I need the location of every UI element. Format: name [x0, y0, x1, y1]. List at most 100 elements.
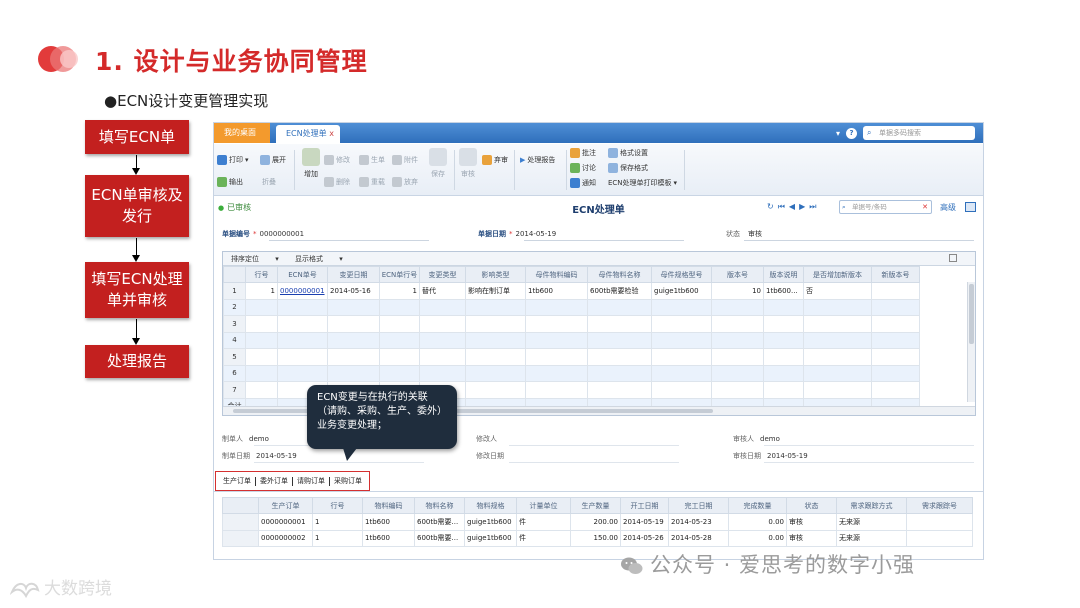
close-icon[interactable]: x [329, 125, 334, 142]
table-cell[interactable] [587, 381, 652, 399]
column-header[interactable]: 物料名称 [414, 497, 465, 514]
table-cell[interactable]: 2014-05-28 [668, 529, 729, 547]
table-cell[interactable] [906, 513, 973, 531]
table-cell[interactable] [763, 381, 804, 399]
generate-button[interactable]: 生单 [359, 155, 385, 165]
table-cell[interactable]: 0000000001 [258, 513, 313, 531]
column-header[interactable]: 变更类型 [419, 266, 466, 283]
table-cell[interactable]: 600tb需要检验 [587, 282, 652, 300]
table-cell[interactable]: 600tb需要... [414, 529, 465, 547]
column-header[interactable]: 是否增加新版本 [803, 266, 872, 283]
table-cell[interactable]: 否 [803, 282, 872, 300]
column-header[interactable]: 母件物料编码 [525, 266, 588, 283]
clear-icon[interactable]: ✕ [922, 201, 928, 213]
table-cell[interactable] [587, 315, 652, 333]
table-cell[interactable] [871, 364, 920, 382]
column-header[interactable]: 需求跟踪方式 [836, 497, 907, 514]
table-cell[interactable] [711, 331, 764, 349]
grid-settings-icon[interactable] [949, 254, 957, 262]
table-cell[interactable] [803, 381, 872, 399]
table-cell[interactable] [711, 381, 764, 399]
table-cell[interactable] [587, 331, 652, 349]
table-cell[interactable] [465, 348, 526, 366]
table-cell[interactable]: 1tb600... [763, 282, 804, 300]
table-cell[interactable] [245, 348, 278, 366]
table-cell[interactable] [465, 298, 526, 316]
print-template-select[interactable]: ECN处理单打印模板 ▾ [608, 178, 677, 188]
column-header[interactable]: 物料规格 [464, 497, 517, 514]
column-header[interactable]: 影响类型 [465, 266, 526, 283]
table-cell[interactable] [245, 381, 278, 399]
table-cell[interactable]: 审核 [786, 529, 837, 547]
table-cell[interactable] [587, 348, 652, 366]
table-cell[interactable] [711, 315, 764, 333]
annotate-button[interactable]: 批注 [570, 148, 596, 158]
column-header[interactable] [222, 497, 259, 514]
table-cell[interactable]: 7 [223, 381, 246, 399]
table-cell[interactable] [327, 348, 380, 366]
column-header[interactable]: 版本说明 [763, 266, 804, 283]
table-cell[interactable]: 替代 [419, 282, 466, 300]
table-cell[interactable] [465, 315, 526, 333]
table-cell[interactable]: 0000000001 [277, 282, 328, 300]
table-cell[interactable]: 10 [711, 282, 764, 300]
column-header[interactable]: 生产订单 [258, 497, 313, 514]
column-header[interactable]: ECN单行号 [379, 266, 420, 283]
table-cell[interactable] [419, 348, 466, 366]
reload-button[interactable]: 重载 [359, 177, 385, 187]
table-cell[interactable]: 5 [223, 348, 246, 366]
table-cell[interactable] [651, 331, 712, 349]
table-cell[interactable] [277, 315, 328, 333]
table-cell[interactable] [465, 364, 526, 382]
table-cell[interactable] [803, 298, 872, 316]
table-cell[interactable] [379, 331, 420, 349]
table-cell[interactable]: 200.00 [570, 513, 621, 531]
table-cell[interactable] [651, 381, 712, 399]
table-cell[interactable] [465, 331, 526, 349]
table-cell[interactable] [871, 348, 920, 366]
table-cell[interactable]: guige1tb600 [464, 529, 517, 547]
table-cell[interactable]: 1tb600 [362, 513, 415, 531]
discuss-button[interactable]: 讨论 [570, 163, 596, 173]
table-cell[interactable] [803, 364, 872, 382]
table-cell[interactable]: 无来源 [836, 513, 907, 531]
table-cell[interactable] [763, 364, 804, 382]
table-cell[interactable] [587, 298, 652, 316]
table-cell[interactable] [525, 298, 588, 316]
tab-outsource-order[interactable]: 委外订单 [256, 476, 293, 486]
top-search-input[interactable]: ⌕ 单据多码搜索 [863, 126, 975, 140]
record-search-input[interactable]: ⌕ 单据号/条码 ✕ [839, 200, 932, 214]
table-cell[interactable]: 2014-05-23 [668, 513, 729, 531]
audit-button[interactable]: 审核 [457, 148, 479, 179]
column-header[interactable]: 计量单位 [516, 497, 571, 514]
tab-my-desktop[interactable]: 我的桌面 [214, 123, 270, 143]
table-cell[interactable] [711, 364, 764, 382]
grid-vertical-scrollbar[interactable] [967, 282, 975, 402]
column-header[interactable]: 变更日期 [327, 266, 380, 283]
save-format-button[interactable]: 保存格式 [608, 163, 648, 173]
table-cell[interactable] [763, 331, 804, 349]
table-cell[interactable]: 1 [379, 282, 420, 300]
collapse-button[interactable]: 折叠 [262, 177, 276, 187]
table-cell[interactable] [803, 348, 872, 366]
table-cell[interactable] [327, 331, 380, 349]
table-row[interactable]: 4 [223, 331, 920, 349]
table-cell[interactable]: 2014-05-16 [327, 282, 380, 300]
table-cell[interactable]: 1 [312, 529, 363, 547]
table-row[interactable]: 6 [223, 364, 920, 382]
table-cell[interactable] [277, 348, 328, 366]
table-cell[interactable]: 1 [245, 282, 278, 300]
table-cell[interactable] [871, 282, 920, 300]
table-cell[interactable] [525, 315, 588, 333]
column-header[interactable]: 母件物料名称 [587, 266, 652, 283]
table-cell[interactable] [277, 298, 328, 316]
column-header[interactable]: 行号 [245, 266, 278, 283]
table-cell[interactable] [711, 348, 764, 366]
table-cell[interactable] [222, 529, 259, 547]
table-cell[interactable] [651, 315, 712, 333]
table-cell[interactable] [419, 331, 466, 349]
layout-icon[interactable] [965, 202, 976, 212]
table-cell[interactable] [245, 331, 278, 349]
column-header[interactable]: 行号 [312, 497, 363, 514]
table-cell[interactable] [763, 315, 804, 333]
